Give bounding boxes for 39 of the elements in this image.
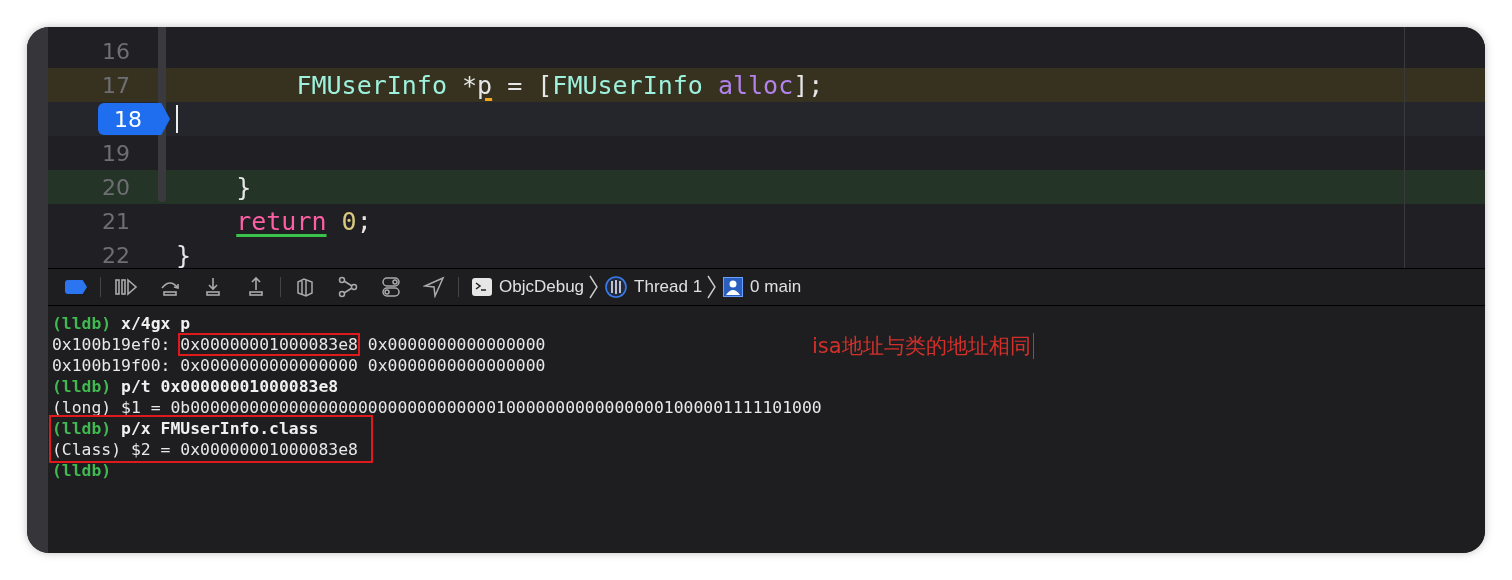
line-number: 16 [102,38,131,64]
console-prompt: (lldb) [52,419,112,438]
code-line: } [235,172,252,202]
chevron-icon [707,275,717,299]
continue-icon[interactable] [114,277,138,297]
breakpoint-marker[interactable]: 18 [98,103,170,135]
console-text: (Class) $2 = 0x00000001000083e8 [52,440,358,459]
location-arrow-icon[interactable] [423,276,445,298]
line-number: 22 [102,242,131,268]
layers-icon[interactable] [294,276,316,298]
line-number: 19 [102,140,131,166]
code-line: return 0; [235,206,372,236]
console-text: p/t 0x00000001000083e8 [120,377,339,396]
toggle-switches-icon[interactable] [380,276,402,298]
console-prompt: (lldb) [52,314,112,333]
line-number: 20 [102,174,131,200]
line-number: 17 [102,72,131,98]
person-icon [723,277,744,297]
console-text: x/4gx p [120,314,191,333]
breadcrumb-item[interactable]: ObjcDebug [499,277,585,297]
console-text: 0x0000000000000000 [366,335,546,354]
breadcrumb-item[interactable]: 0 main [750,277,802,297]
code-line: FMUserInfo *p = [FMUserInfo alloc]; [295,70,824,100]
console-prompt: (lldb) [52,377,112,396]
code-line: } [176,240,192,268]
breakpoints-toggle[interactable] [65,280,87,294]
console-prompt: (lldb) [52,461,112,480]
graph-icon[interactable] [337,276,359,298]
breadcrumb-item[interactable]: Thread 1 [634,277,703,297]
thread-icon [605,276,628,298]
console-text: (long) $1 = 0b0000000000000000000000000000000100000000000000001000001111101000 [52,398,822,417]
highlighted-address: 0x00000001000083e8 [180,335,358,354]
console-text: 0x100b19f00: 0x0000000000000000 0x0000000000000000 [52,356,546,375]
console-text: p/x FMUserInfo.class [120,419,319,438]
console-text: 0x100b19ef0: [52,335,172,354]
chevron-icon [589,275,599,299]
terminal-icon [472,278,492,296]
annotation-text: isa地址与类的地址相同 [812,333,1031,360]
line-number: 21 [102,208,131,234]
